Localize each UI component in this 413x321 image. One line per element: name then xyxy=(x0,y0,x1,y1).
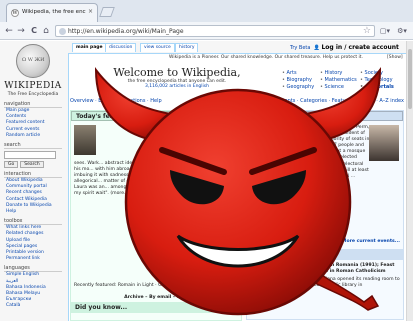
scrollbar[interactable] xyxy=(406,41,413,321)
wikipedia-logo[interactable]: WIKIPEDIA The Free Encyclopedia xyxy=(4,44,62,98)
try-beta-link[interactable]: Try Beta xyxy=(290,45,310,51)
search-button[interactable]: Search xyxy=(20,161,44,169)
close-tab-icon[interactable]: × xyxy=(88,8,93,15)
interaction-heading: interaction xyxy=(4,171,62,179)
sidebar-item-permanent-link[interactable]: Permanent link xyxy=(4,256,62,262)
tab-view-source[interactable]: view source xyxy=(140,43,175,52)
scrollbar-thumb[interactable] xyxy=(408,49,412,109)
login-link[interactable]: Log in / create account xyxy=(321,44,398,51)
url-text[interactable]: http://en.wikipedia.org/wiki/Main_Page xyxy=(68,28,184,35)
tools-menu-icon[interactable]: ⚙▾ xyxy=(394,25,410,37)
home-icon[interactable]: ⌂ xyxy=(40,25,52,37)
tab-main-page[interactable]: main page xyxy=(72,43,107,52)
back-icon[interactable]: ← xyxy=(3,25,15,37)
logo-wordmark: WIKIPEDIA xyxy=(4,81,62,91)
sidebar: navigation Main page Contents Featured c… xyxy=(4,98,62,321)
puzzle-globe-icon xyxy=(16,44,50,78)
devil-face xyxy=(124,88,352,316)
page-icon xyxy=(59,28,66,35)
search-heading: search xyxy=(4,142,62,150)
address-bar[interactable]: http://en.wikipedia.org/wiki/Main_Page ☆ xyxy=(55,25,375,37)
tab-title: Wikipedia, the free encyc... xyxy=(22,9,86,15)
site-notice: Wikipedia is a Pioneer. Our shared knowl… xyxy=(169,55,363,60)
devil-emoji-icon xyxy=(94,67,382,316)
browser-tab[interactable]: W Wikipedia, the free encyc... × xyxy=(6,3,98,22)
logo-tagline: The Free Encyclopedia xyxy=(7,92,59,97)
search-input[interactable] xyxy=(4,151,56,160)
navigation-heading: navigation xyxy=(4,101,62,108)
reload-icon[interactable]: C xyxy=(28,25,40,37)
language-link[interactable]: Català xyxy=(4,303,62,309)
user-links: Try Beta 👤 Log in / create account xyxy=(290,44,399,51)
tab-discussion[interactable]: discussion xyxy=(105,43,137,52)
tab-history[interactable]: history xyxy=(175,43,199,52)
sidebar-item-random-article[interactable]: Random article xyxy=(4,133,62,139)
forward-icon[interactable]: → xyxy=(15,25,27,37)
go-button[interactable]: Go xyxy=(4,161,19,169)
bookmark-star-icon[interactable]: ☆ xyxy=(363,26,371,36)
wikipedia-favicon-icon: W xyxy=(11,9,19,17)
site-notice-toggle[interactable]: [Show] xyxy=(387,55,403,60)
page-menu-icon[interactable]: ▢▾ xyxy=(377,25,393,37)
sidebar-item-help[interactable]: Help xyxy=(4,209,62,215)
user-icon: 👤 xyxy=(313,45,320,51)
